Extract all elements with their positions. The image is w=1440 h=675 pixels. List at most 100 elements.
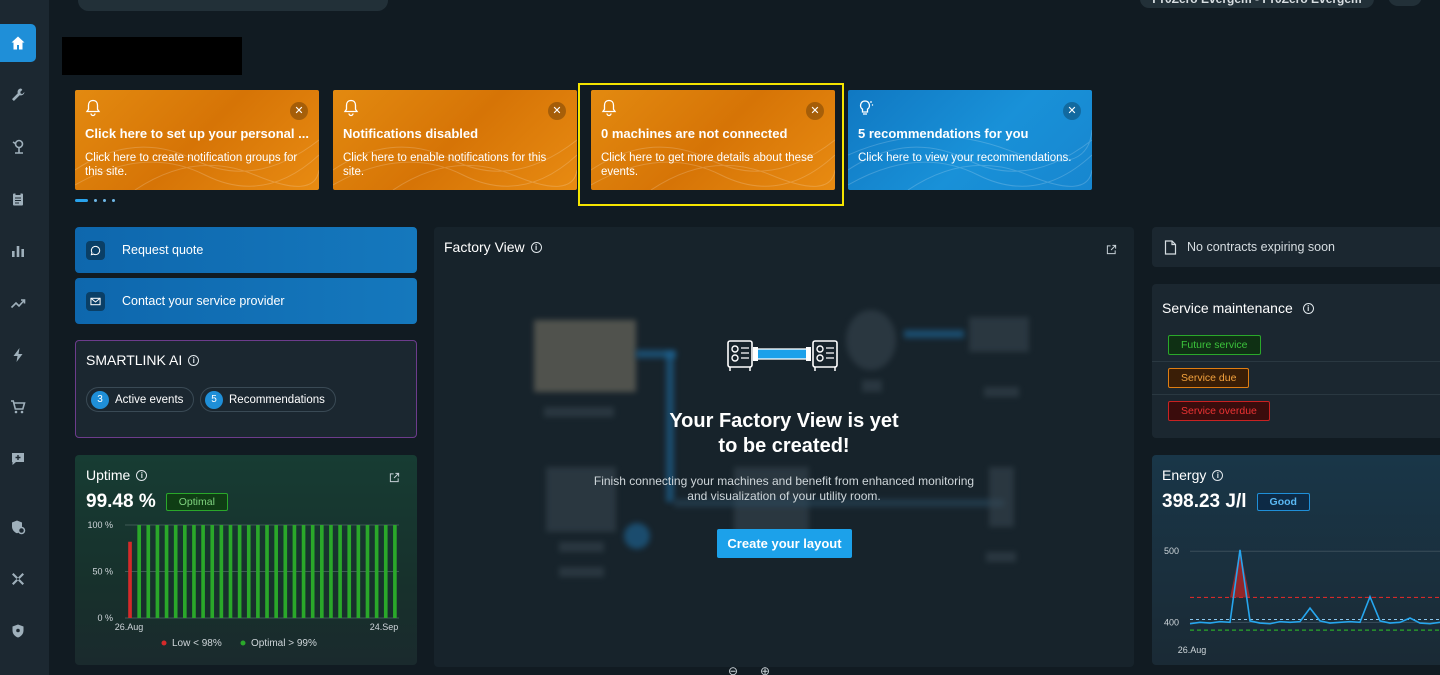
energy-series-line: [1189, 549, 1440, 625]
uptime-bar: [155, 525, 160, 618]
future-service-badge: Future service: [1168, 335, 1261, 355]
document-icon: [1164, 239, 1177, 255]
y-tick-label: 100 %: [87, 520, 113, 530]
uptime-bar: [319, 525, 324, 618]
service-maintenance-panel: Service maintenance i Future service Ser…: [1152, 284, 1440, 438]
info-icon[interactable]: i: [1302, 302, 1314, 314]
request-quote-button[interactable]: Request quote: [75, 227, 417, 273]
contact-provider-label: Contact your service provider: [122, 294, 285, 308]
nav-reports[interactable]: [0, 180, 36, 218]
legend-low-label: Low < 98%: [172, 638, 222, 649]
nav-tools[interactable]: [0, 560, 36, 598]
info-icon[interactable]: i: [1212, 469, 1224, 481]
active-events-chip[interactable]: 3 Active events: [86, 387, 195, 412]
x-tick-label: 24.Sep: [370, 622, 399, 632]
uptime-title: Uptime: [86, 467, 131, 483]
bell-icon: [343, 99, 359, 117]
uptime-bar: [219, 525, 224, 618]
notification-title: 5 recommendations for you: [858, 126, 1029, 141]
nav-machines[interactable]: [0, 128, 36, 166]
nav-trends[interactable]: [0, 284, 36, 322]
uptime-bar: [173, 525, 178, 618]
blurred-tank: [846, 310, 896, 370]
contracts-text: No contracts expiring soon: [1187, 240, 1335, 254]
search-bar[interactable]: [78, 0, 388, 11]
smartlink-title-row: SMARTLINK AI i: [86, 352, 200, 368]
blurred-valve: [624, 523, 650, 549]
contact-provider-button[interactable]: Contact your service provider: [75, 278, 417, 324]
notification-title: Notifications disabled: [343, 126, 479, 141]
notification-card-disabled[interactable]: ✕ Notifications disabled Click here to e…: [333, 90, 577, 190]
nav-service[interactable]: [0, 76, 36, 114]
close-icon[interactable]: ✕: [290, 102, 308, 120]
bell-icon: [85, 99, 101, 117]
uptime-bar: [192, 525, 196, 618]
uptime-panel: Uptime i 99.48 % Optimal 100 % 50 % 0 % 26.…: [75, 455, 417, 665]
recommendations-label: Recommendations: [229, 393, 325, 406]
carousel-dots[interactable]: [75, 199, 115, 202]
zoom-in-icon[interactable]: ⊕: [760, 664, 770, 675]
notification-desc: Click here to view your recommendations.: [858, 152, 1072, 164]
carousel-dot[interactable]: [103, 199, 106, 202]
zoom-out-icon[interactable]: ⊖: [728, 664, 738, 675]
chat-icon: [86, 240, 105, 260]
carousel-dot[interactable]: [75, 199, 88, 202]
contracts-panel[interactable]: No contracts expiring soon: [1152, 227, 1440, 267]
recommendations-chip[interactable]: 5 Recommendations: [200, 387, 336, 412]
external-link-icon[interactable]: [1106, 244, 1117, 255]
uptime-title-row: Uptime i: [86, 467, 148, 483]
service-row-future[interactable]: Future service: [1152, 329, 1440, 362]
service-title-row: Service maintenance i: [1162, 300, 1314, 316]
blurred-label: [862, 380, 882, 392]
nav-analytics[interactable]: [0, 232, 36, 270]
blurred-pipe: [904, 330, 964, 338]
energy-title-row: Energy i: [1162, 467, 1224, 483]
carousel-dot[interactable]: [112, 199, 115, 202]
create-layout-button[interactable]: Create your layout: [717, 529, 852, 558]
uptime-bar: [356, 525, 361, 618]
service-row-due[interactable]: Service due: [1152, 362, 1440, 395]
factory-subtext: Finish connecting your machines and bene…: [434, 474, 1134, 504]
notification-card-recommendations[interactable]: ✕ 5 recommendations for you Click here t…: [848, 90, 1092, 190]
user-avatar[interactable]: [1388, 0, 1422, 6]
nav-shop[interactable]: [0, 388, 36, 426]
site-selector[interactable]: Pr0Zero Evergem - Pr0Zero Evergem: [1140, 0, 1374, 8]
energy-chart: 500 400 26.Aug: [1164, 546, 1440, 655]
uptime-chart: 100 % 50 % 0 %26.Aug 24.Sep Low < 98% Optimal…: [87, 520, 399, 649]
uptime-bar: [347, 525, 352, 618]
smartlink-panel: SMARTLINK AI i 3 Active events 5 Recomme…: [75, 340, 417, 438]
external-link-icon[interactable]: [389, 472, 400, 483]
close-icon[interactable]: ✕: [548, 102, 566, 120]
uptime-bar: [310, 525, 315, 618]
service-row-overdue[interactable]: Service overdue: [1152, 395, 1440, 428]
nav-protection[interactable]: [0, 508, 36, 546]
nav-home[interactable]: [0, 24, 36, 62]
energy-value-row: 398.23 J/l Good: [1162, 491, 1310, 513]
factory-title-row: Factory View i: [444, 239, 542, 255]
info-icon[interactable]: i: [188, 354, 200, 366]
nav-security[interactable]: [0, 612, 36, 650]
clipboard-icon: [13, 192, 23, 206]
notification-card-personal-setup[interactable]: ✕ Click here to set up your personal ...…: [75, 90, 319, 190]
uptime-bar: [383, 525, 388, 618]
notification-desc: Click here to create notification groups…: [85, 152, 298, 178]
close-icon[interactable]: ✕: [1063, 102, 1081, 120]
uptime-bar: [164, 525, 169, 618]
uptime-bar: [182, 525, 187, 618]
y-tick-label: 500: [1164, 546, 1179, 556]
info-icon[interactable]: i: [136, 469, 148, 481]
info-icon[interactable]: i: [530, 241, 542, 253]
redacted-block: [62, 37, 242, 75]
lightning-icon: [13, 348, 23, 362]
energy-value: 398.23 J/l: [1162, 491, 1247, 512]
factory-subtext-line-2: and visualization of your utility room.: [687, 489, 881, 503]
factory-headline-line-2: to be created!: [718, 435, 850, 457]
notification-title: Click here to set up your personal ...: [85, 126, 309, 141]
nav-feedback[interactable]: [0, 440, 36, 478]
highlight-frame: [578, 83, 844, 206]
carousel-dot[interactable]: [94, 199, 97, 202]
active-events-count: 3: [91, 390, 109, 409]
factory-subtext-line-1: Finish connecting your machines and bene…: [593, 474, 975, 488]
nav-energy[interactable]: [0, 336, 36, 374]
uptime-bar: [329, 525, 333, 618]
